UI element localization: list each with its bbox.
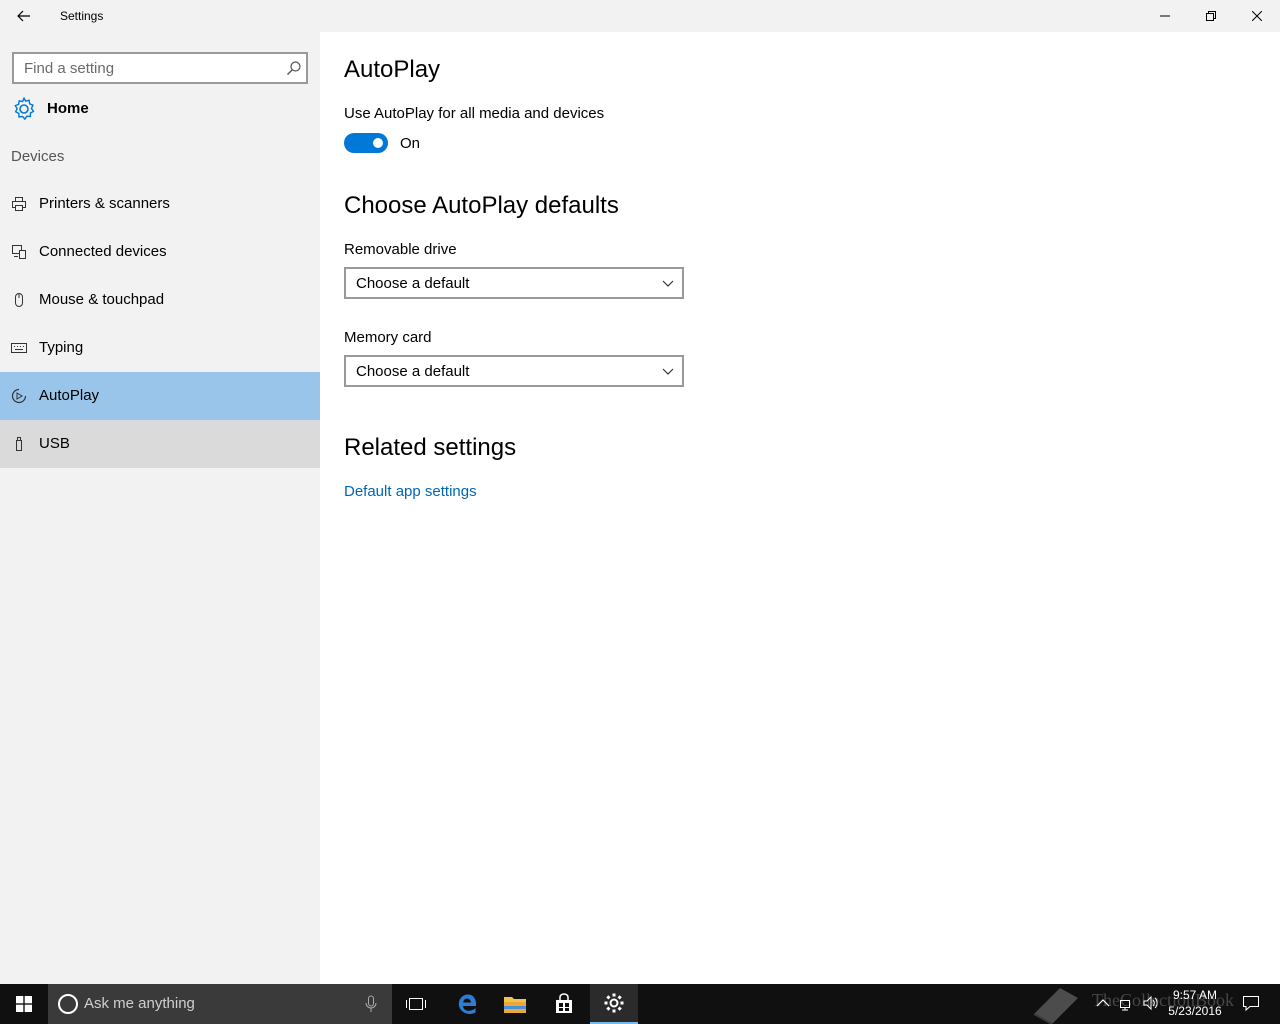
volume-icon[interactable] <box>1142 994 1160 1012</box>
store-icon <box>556 993 572 1013</box>
sidebar-item-printers[interactable]: Printers & scanners <box>0 180 320 228</box>
folder-icon <box>504 997 526 1013</box>
sidebar-item-label: Printers & scanners <box>39 195 170 212</box>
chevron-down-icon <box>662 368 674 375</box>
microphone-icon[interactable] <box>364 995 378 1013</box>
search-input[interactable] <box>14 54 274 82</box>
defaults-heading: Choose AutoPlay defaults <box>344 192 619 219</box>
home-label: Home <box>47 100 89 117</box>
cortana-search-box[interactable]: Ask me anything <box>48 984 392 1024</box>
sidebar-item-connected-devices[interactable]: Connected devices <box>0 228 320 276</box>
home-nav[interactable]: Home <box>0 92 320 128</box>
task-view-icon <box>406 998 426 1010</box>
toggle-knob <box>373 138 383 148</box>
default-app-settings-link[interactable]: Default app settings <box>344 483 477 500</box>
autoplay-icon <box>11 388 27 404</box>
close-button[interactable] <box>1234 0 1280 32</box>
window-title: Settings <box>60 9 104 23</box>
start-button[interactable] <box>0 984 48 1024</box>
cortana-icon <box>58 994 78 1014</box>
book-icon <box>1033 988 1078 1024</box>
gear-icon <box>604 993 624 1013</box>
sidebar-item-autoplay[interactable]: AutoPlay <box>0 372 320 420</box>
autoplay-toggle[interactable] <box>344 133 388 153</box>
sidebar-item-usb[interactable]: USB <box>0 420 320 468</box>
action-center-icon[interactable] <box>1242 994 1260 1012</box>
toggle-state-label: On <box>400 135 421 152</box>
removable-drive-dropdown[interactable]: Choose a default <box>344 267 684 299</box>
sidebar-item-label: Typing <box>39 339 84 356</box>
back-arrow-icon <box>17 10 30 22</box>
settings-taskbar-button[interactable] <box>590 984 638 1024</box>
keyboard-icon <box>11 343 27 353</box>
related-settings-heading: Related settings <box>344 434 517 461</box>
edge-button[interactable] <box>443 984 491 1024</box>
clock[interactable]: 9:57 AM 5/23/2016 <box>1160 987 1230 1019</box>
sidebar-item-label: Mouse & touchpad <box>39 291 165 308</box>
sidebar-item-mouse[interactable]: Mouse & touchpad <box>0 276 320 324</box>
section-label-devices: Devices <box>11 148 65 165</box>
sidebar-item-label: Connected devices <box>39 243 167 260</box>
dropdown-value: Choose a default <box>356 363 470 380</box>
dropdown-value: Choose a default <box>356 275 470 292</box>
minimize-button[interactable] <box>1142 0 1188 32</box>
sidebar: Home Devices Printers & scanners Connect… <box>0 32 320 984</box>
mouse-icon <box>15 293 23 307</box>
memory-card-dropdown[interactable]: Choose a default <box>344 355 684 387</box>
restore-button[interactable] <box>1188 0 1234 32</box>
chevron-up-icon[interactable] <box>1094 994 1112 1012</box>
file-explorer-button[interactable] <box>491 984 539 1024</box>
edge-icon <box>458 994 477 1015</box>
main-content: AutoPlay Use AutoPlay for all media and … <box>320 32 1280 984</box>
store-button[interactable] <box>540 984 588 1024</box>
clock-time: 9:57 AM <box>1172 988 1218 1002</box>
sidebar-item-label: USB <box>39 435 70 452</box>
minimize-icon <box>1160 15 1170 17</box>
memory-card-label: Memory card <box>344 329 432 346</box>
restore-icon <box>1206 11 1216 21</box>
sidebar-item-label: AutoPlay <box>39 387 100 404</box>
search-icon[interactable] <box>286 60 302 76</box>
toggle-description: Use AutoPlay for all media and devices <box>344 105 605 122</box>
windows-logo-icon <box>16 996 32 1012</box>
connected-devices-icon <box>12 245 26 259</box>
usb-icon <box>16 437 22 451</box>
back-button[interactable] <box>0 0 48 32</box>
search-box[interactable] <box>12 52 308 84</box>
taskbar: Ask me anything TheCollectionBook 9:57 A… <box>0 984 1280 1024</box>
cortana-search-placeholder: Ask me anything <box>84 995 195 1012</box>
title-bar: Settings <box>0 0 1280 32</box>
clock-date: 5/23/2016 <box>1168 1004 1222 1018</box>
page-title: AutoPlay <box>344 56 441 83</box>
network-icon[interactable] <box>1118 994 1136 1012</box>
chevron-down-icon <box>662 280 674 287</box>
sidebar-item-typing[interactable]: Typing <box>0 324 320 372</box>
printer-icon <box>12 197 26 211</box>
task-view-button[interactable] <box>392 984 440 1024</box>
gear-icon <box>14 97 35 120</box>
removable-drive-label: Removable drive <box>344 241 457 258</box>
close-icon <box>1252 11 1262 21</box>
